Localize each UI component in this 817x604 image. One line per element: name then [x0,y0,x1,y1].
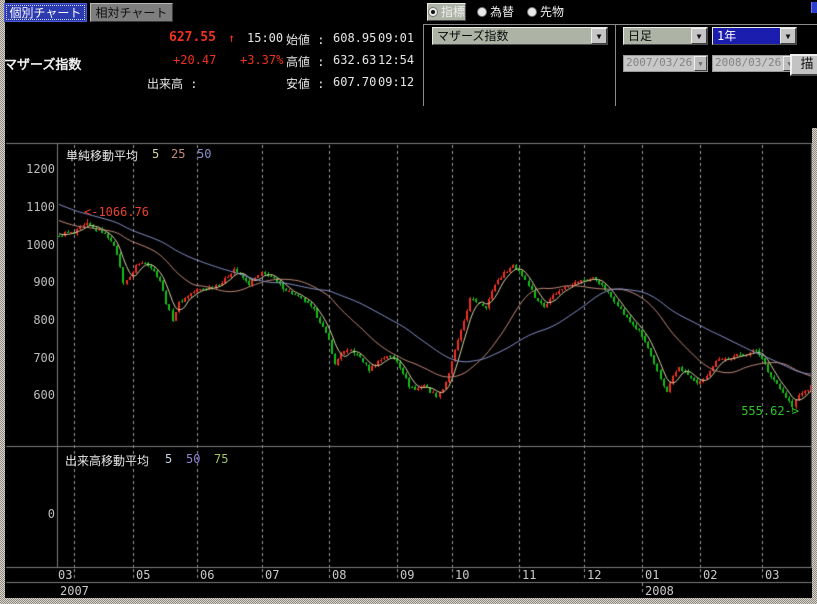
radio-index[interactable]: 指標 [427,3,466,21]
high-label: 高値 : [286,53,324,70]
open-value: 608.95 [333,31,376,45]
range-select-value: 1年 [713,28,780,44]
volume-label: 出来高 : [147,75,197,92]
date-to-select[interactable]: 2008/03/26 ▼ [712,55,797,72]
chevron-down-icon[interactable]: ▼ [691,28,707,44]
date-to-value: 2008/03/26 [713,56,783,71]
low-time: 09:12 [378,75,414,89]
price-up-arrow: ↑ [228,31,235,45]
last-price: 627.55 [169,30,216,45]
header-divider-v1 [423,24,424,106]
open-label: 始値 : [286,31,324,48]
header-divider-h [423,24,817,25]
page-scrollbar-right[interactable] [812,128,817,604]
radio-futures-dot [527,7,537,17]
instrument-name: マザーズ指数 [4,54,81,73]
instrument-select-value: マザーズ指数 [433,28,591,44]
page-border-bottom [0,598,817,604]
price-change: +20.47 [173,53,216,67]
draw-button[interactable]: 描 [790,54,817,76]
chevron-down-icon[interactable]: ▼ [591,28,607,44]
date-from-select[interactable]: 2007/03/26 ▼ [623,55,708,72]
page-border-left [0,0,5,604]
tab-relative-chart[interactable]: 相対チャート [90,3,173,22]
radio-forex-label: 為替 [490,3,514,20]
high-value: 632.63 [333,53,376,67]
last-price-time: 15:00 [247,31,283,45]
range-select[interactable]: 1年 ▼ [712,27,797,45]
candlestick-chart-canvas[interactable] [0,0,817,604]
price-change-pct: +3.37% [240,53,283,67]
radio-forex-dot [477,7,487,17]
date-from-value: 2007/03/26 [624,56,694,71]
radio-futures[interactable]: 先物 [527,3,564,20]
radio-index-label: 指標 [441,3,465,20]
radio-index-dot [428,7,438,17]
chart-app-window: { "header": { "tabs": [ {"label": "個別チャー… [0,0,817,604]
high-time: 12:54 [378,53,414,67]
chevron-down-icon: ▼ [694,56,707,71]
tab-individual-chart[interactable]: 個別チャート [4,3,87,22]
low-label: 安値 : [286,75,324,92]
header-divider-v2 [615,24,616,106]
period-select-value: 日足 [624,28,691,44]
open-time: 09:01 [378,31,414,45]
page-corner-icon [811,2,817,13]
radio-futures-label: 先物 [540,3,564,20]
period-select[interactable]: 日足 ▼ [623,27,708,45]
instrument-select[interactable]: マザーズ指数 ▼ [432,27,608,45]
low-value: 607.70 [333,75,376,89]
category-radio-group: 銘柄 指標 為替 先物 [427,3,564,20]
radio-forex[interactable]: 為替 [477,3,514,20]
chevron-down-icon[interactable]: ▼ [780,28,796,44]
